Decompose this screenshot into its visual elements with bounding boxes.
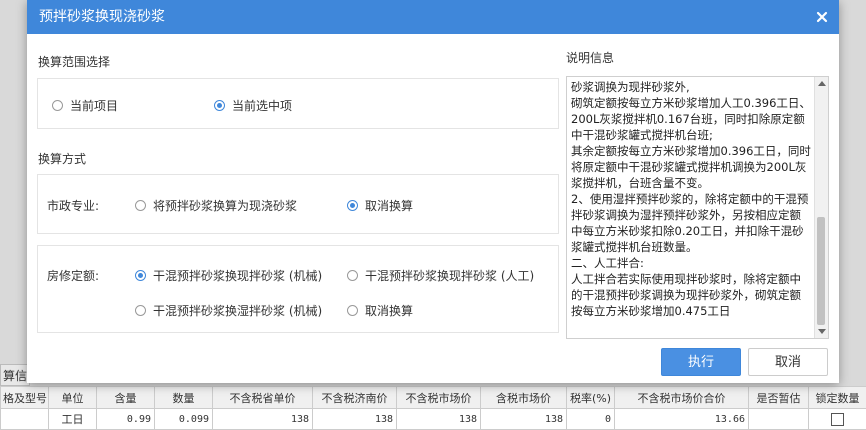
cell-market-price[interactable]: 138 <box>397 409 481 430</box>
col-is-estimate: 是否暂估 <box>749 387 809 409</box>
table-row[interactable]: 工日 0.99 0.099 138 138 138 138 0 13.66 <box>1 409 866 430</box>
radio-label: 干混预拌砂浆换湿拌砂浆 (机械) <box>153 302 322 319</box>
cell-is-estimate[interactable] <box>749 409 809 430</box>
cell-tax-rate[interactable]: 0 <box>567 409 615 430</box>
cell-market-total[interactable]: 13.66 <box>615 409 749 430</box>
conversion-dialog: 预拌砂浆换现浇砂浆 换算范围选择 当前项目 当前选中项 换算方式 市政专业: 将… <box>27 0 839 383</box>
radio-label: 取消换算 <box>365 197 413 214</box>
col-province-price: 不含税省单价 <box>213 387 313 409</box>
radio-circle[interactable] <box>135 200 146 211</box>
info-section-label: 说明信息 <box>566 49 614 66</box>
table-header-row: 格及型号 单位 含量 数量 不含税省单价 不含税济南价 不含税市场价 含税市场价… <box>1 387 866 409</box>
radio-municipal-cancel[interactable]: 取消换算 <box>347 197 413 214</box>
range-box: 当前项目 当前选中项 <box>37 78 559 129</box>
resource-table: 格及型号 单位 含量 数量 不含税省单价 不含税济南价 不含税市场价 含税市场价… <box>0 386 866 430</box>
info-scrollbar[interactable] <box>814 77 828 338</box>
radio-circle-selected[interactable] <box>135 270 146 281</box>
radio-housing-manual[interactable]: 干混预拌砂浆换现拌砂浆 (人工) <box>347 267 534 284</box>
cell-market-price-tax[interactable]: 138 <box>481 409 567 430</box>
housing-label: 房修定额: <box>47 267 99 284</box>
col-spec: 格及型号 <box>1 387 49 409</box>
lock-qty-checkbox[interactable] <box>831 413 844 426</box>
cell-unit[interactable]: 工日 <box>49 409 97 430</box>
radio-label: 干混预拌砂浆换现拌砂浆 (机械) <box>153 267 322 284</box>
radio-label: 将预拌砂浆换算为现浇砂浆 <box>153 197 297 214</box>
dialog-title: 预拌砂浆换现浇砂浆 <box>39 0 165 34</box>
cell-content[interactable]: 0.99 <box>97 409 155 430</box>
info-text: 砂浆调换为现拌砂浆外, 砌筑定额按每立方米砂浆增加人工0.396工日、200L灰… <box>571 79 811 319</box>
radio-circle[interactable] <box>135 305 146 316</box>
radio-current-selection[interactable]: 当前选中项 <box>214 97 292 114</box>
housing-box: 房修定额: 干混预拌砂浆换现拌砂浆 (机械) 干混预拌砂浆换现拌砂浆 (人工) … <box>37 245 559 333</box>
radio-label: 干混预拌砂浆换现拌砂浆 (人工) <box>365 267 534 284</box>
bottom-tab-info[interactable]: 算信 <box>0 364 30 386</box>
radio-circle-selected[interactable] <box>214 100 225 111</box>
col-lock-qty: 锁定数量 <box>809 387 866 409</box>
municipal-label: 市政专业: <box>47 197 99 214</box>
range-section-label: 换算范围选择 <box>38 53 110 70</box>
cell-province-price[interactable]: 138 <box>213 409 313 430</box>
radio-label: 当前选中项 <box>232 97 292 114</box>
col-market-price-tax: 含税市场价 <box>481 387 567 409</box>
info-panel[interactable]: 砂浆调换为现拌砂浆外, 砌筑定额按每立方米砂浆增加人工0.396工日、200L灰… <box>566 76 829 339</box>
radio-housing-wet[interactable]: 干混预拌砂浆换湿拌砂浆 (机械) <box>135 302 322 319</box>
col-jinan-price: 不含税济南价 <box>313 387 397 409</box>
cell-spec[interactable] <box>1 409 49 430</box>
cell-lock-qty[interactable] <box>809 409 866 430</box>
method-section-label: 换算方式 <box>38 150 86 167</box>
cell-jinan-price[interactable]: 138 <box>313 409 397 430</box>
radio-municipal-convert[interactable]: 将预拌砂浆换算为现浇砂浆 <box>135 197 297 214</box>
radio-housing-cancel[interactable]: 取消换算 <box>347 302 413 319</box>
col-content: 含量 <box>97 387 155 409</box>
col-quantity: 数量 <box>155 387 213 409</box>
execute-button[interactable]: 执行 <box>661 348 741 376</box>
scroll-down-icon[interactable] <box>818 329 826 334</box>
cancel-button[interactable]: 取消 <box>748 348 828 376</box>
radio-circle[interactable] <box>52 100 63 111</box>
cell-quantity[interactable]: 0.099 <box>155 409 213 430</box>
radio-label: 取消换算 <box>365 302 413 319</box>
scroll-thumb[interactable] <box>817 217 825 325</box>
radio-housing-mechanical[interactable]: 干混预拌砂浆换现拌砂浆 (机械) <box>135 267 322 284</box>
radio-circle[interactable] <box>347 270 358 281</box>
col-tax-rate: 税率(%) <box>567 387 615 409</box>
municipal-box: 市政专业: 将预拌砂浆换算为现浇砂浆 取消换算 <box>37 174 559 234</box>
col-unit: 单位 <box>49 387 97 409</box>
scroll-up-icon[interactable] <box>818 81 826 86</box>
radio-label: 当前项目 <box>70 97 118 114</box>
radio-circle-selected[interactable] <box>347 200 358 211</box>
radio-circle[interactable] <box>347 305 358 316</box>
col-market-total: 不含税市场价合价 <box>615 387 749 409</box>
col-market-price: 不含税市场价 <box>397 387 481 409</box>
close-icon[interactable] <box>813 8 831 26</box>
radio-current-project[interactable]: 当前项目 <box>52 97 118 114</box>
dialog-titlebar: 预拌砂浆换现浇砂浆 <box>27 0 839 34</box>
